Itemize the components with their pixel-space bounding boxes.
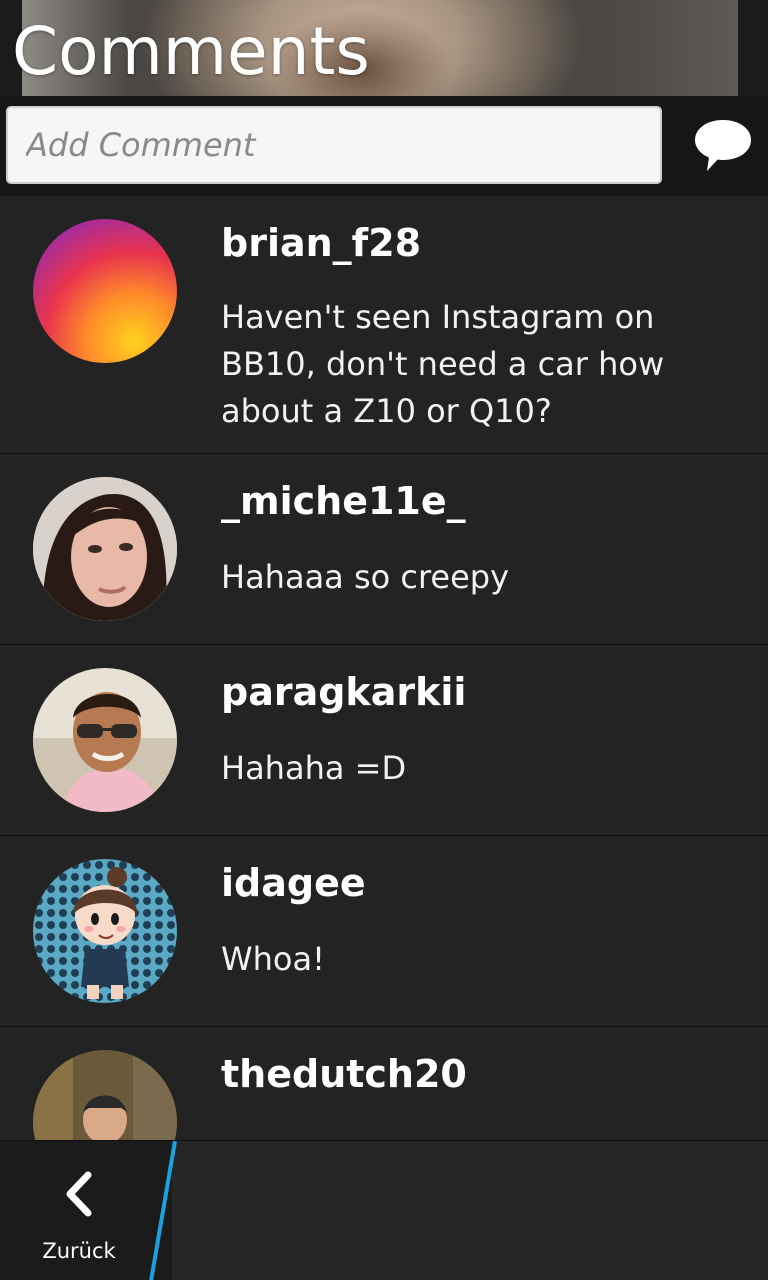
comment-username[interactable]: paragkarkii — [221, 669, 466, 715]
avatar[interactable] — [33, 477, 177, 621]
gradient-avatar-image — [33, 219, 177, 363]
comment-list[interactable]: brian_f28 Haven't seen Instagram on BB10… — [0, 196, 768, 1140]
page-title: Comments — [12, 13, 370, 90]
avatar[interactable] — [33, 859, 177, 1003]
cartoon-avatar-image — [33, 859, 177, 1003]
user-photo — [33, 668, 177, 812]
send-comment-button[interactable] — [690, 112, 756, 178]
header: Comments — [0, 0, 768, 96]
add-comment-input[interactable] — [6, 106, 662, 184]
action-bar-divider — [149, 1141, 177, 1280]
user-photo — [33, 477, 177, 621]
avatar[interactable] — [33, 219, 177, 363]
action-bar: Zurück — [0, 1140, 768, 1280]
avatar[interactable] — [33, 1050, 177, 1140]
comment-text: Haven't seen Instagram on BB10, don't ne… — [221, 298, 665, 430]
avatar[interactable] — [33, 668, 177, 812]
app-screen: Comments Add Comment brian_f28 Haven't s… — [0, 0, 768, 1280]
speech-bubble-icon — [695, 120, 751, 171]
comment-item[interactable]: brian_f28 Haven't seen Instagram on BB10… — [0, 196, 768, 454]
comment-item[interactable]: idagee Whoa! — [0, 836, 768, 1027]
comment-text: Hahaha =D — [221, 749, 407, 787]
comment-username[interactable]: _miche11e_ — [221, 478, 466, 524]
comment-item[interactable]: paragkarkii Hahaha =D — [0, 645, 768, 836]
comment-username[interactable]: brian_f28 — [221, 220, 421, 266]
comment-username[interactable]: thedutch20 — [221, 1051, 467, 1097]
add-comment-bar — [0, 96, 768, 196]
comment-item[interactable]: thedutch20 — [0, 1027, 768, 1140]
comment-item[interactable]: _miche11e_ Hahaaa so creepy — [0, 454, 768, 645]
comment-text: Whoa! — [221, 940, 325, 978]
comment-text: Hahaaa so creepy — [221, 558, 510, 596]
comment-username[interactable]: idagee — [221, 860, 366, 906]
user-photo — [33, 1050, 177, 1140]
